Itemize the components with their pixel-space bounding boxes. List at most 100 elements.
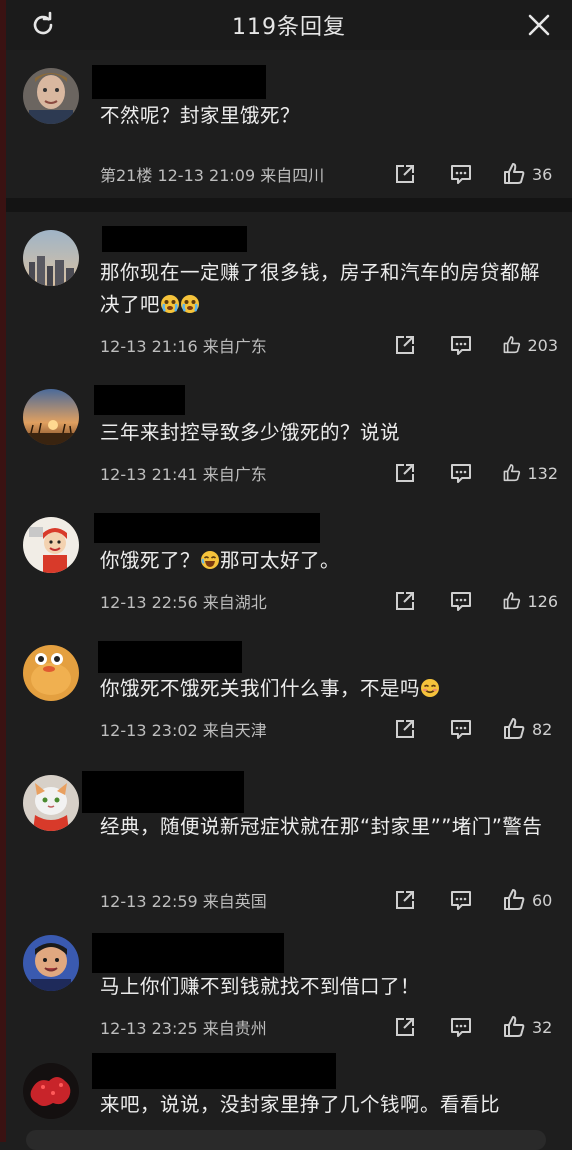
- reply-button[interactable]: [446, 330, 476, 360]
- like-button[interactable]: 132: [502, 461, 558, 485]
- comment-meta-text: 12-13 22:56 来自湖北: [100, 593, 267, 612]
- reply-button[interactable]: [446, 159, 476, 189]
- comment-meta: 第21楼 12-13 21:09 来自四川 36: [100, 159, 558, 189]
- laughing-emoji-icon: [200, 548, 220, 569]
- section-divider: [6, 198, 572, 212]
- comment-text: 不然呢？封家里饿死？: [100, 104, 301, 127]
- comment-meta: 12-13 23:25 来自贵州 32: [100, 1012, 558, 1042]
- avatar[interactable]: [23, 517, 79, 573]
- comment-meta: 12-13 23:02 来自天津 82: [100, 714, 558, 744]
- page-title: 119条回复: [232, 15, 346, 40]
- comment-meta-text: 12-13 21:16 来自广东: [100, 337, 267, 356]
- avatar[interactable]: [23, 645, 79, 701]
- reply-icon: [451, 720, 471, 739]
- reply-input-bar[interactable]: [26, 1130, 546, 1150]
- share-icon: [396, 1018, 414, 1036]
- comment-meta-text: 第21楼 12-13 21:09 来自四川: [100, 166, 325, 185]
- share-icon: [396, 592, 414, 610]
- like-button[interactable]: 32: [502, 1015, 558, 1039]
- comment-item: 那你现在一定赚了很多钱，房子和汽车的房贷都解决了吧 12-13 21:16 来自…: [6, 212, 572, 377]
- comment-meta-text: 12-13 22:59 来自英国: [100, 892, 267, 911]
- username-redacted: [98, 641, 242, 673]
- like-button[interactable]: 82: [502, 717, 558, 741]
- username-redacted: [92, 1053, 336, 1089]
- avatar[interactable]: [23, 1063, 79, 1119]
- comment-item: 你饿死不饿死关我们什么事，不是吗 12-13 23:02 来自天津 82: [6, 633, 572, 761]
- like-count: 82: [532, 719, 553, 739]
- like-count: 132: [527, 463, 558, 483]
- username-redacted: [102, 226, 247, 252]
- comment-item: 三年来封控导致多少饿死的？说说 12-13 21:41 来自广东 132: [6, 377, 572, 505]
- reply-icon: [451, 464, 471, 483]
- like-button[interactable]: 36: [502, 162, 558, 186]
- like-button[interactable]: 60: [502, 888, 558, 912]
- like-count: 126: [527, 591, 558, 611]
- crying-emoji-icon: [160, 292, 180, 313]
- share-button[interactable]: [390, 586, 420, 616]
- reply-icon: [451, 165, 471, 184]
- share-button[interactable]: [390, 1012, 420, 1042]
- thumbs-up-icon: [503, 592, 521, 610]
- reply-icon: [451, 336, 471, 355]
- share-button[interactable]: [390, 885, 420, 915]
- comment-meta-text: 12-13 23:25 来自贵州: [100, 1019, 267, 1038]
- comment-text: 经典，随便说新冠症状就在那“封家里””堵门”警告: [100, 815, 543, 838]
- avatar[interactable]: [23, 230, 79, 286]
- comment-item: 经典，随便说新冠症状就在那“封家里””堵门”警告 12-13 22:59 来自英…: [6, 761, 572, 921]
- thumbs-up-icon: [504, 718, 525, 739]
- share-icon: [396, 464, 414, 482]
- comment-meta: 12-13 21:41 来自广东 132: [100, 458, 558, 488]
- reply-icon: [451, 891, 471, 910]
- reply-button[interactable]: [446, 714, 476, 744]
- comment-text-content: 那可太好了。: [220, 549, 341, 572]
- avatar[interactable]: [23, 935, 79, 991]
- share-button[interactable]: [390, 159, 420, 189]
- thumbs-up-icon: [504, 163, 525, 184]
- comment-item: 不然呢？封家里饿死？ 第21楼 12-13 21:09 来自四川 36: [6, 50, 572, 198]
- like-count: 32: [532, 1017, 553, 1037]
- share-button[interactable]: [390, 458, 420, 488]
- username-redacted: [94, 385, 185, 415]
- comment-list: 不然呢？封家里饿死？ 第21楼 12-13 21:09 来自四川 36 那你现在…: [6, 50, 572, 1119]
- comment-meta-text: 12-13 21:41 来自广东: [100, 465, 267, 484]
- username-redacted: [82, 771, 244, 813]
- comment-meta: 12-13 22:56 来自湖北 126: [100, 586, 558, 616]
- smiling-emoji-icon: [420, 676, 440, 697]
- thumbs-up-icon: [503, 464, 521, 482]
- avatar[interactable]: [23, 68, 79, 124]
- avatar[interactable]: [23, 775, 79, 831]
- share-icon: [396, 891, 414, 909]
- username-redacted: [94, 513, 320, 543]
- refresh-button[interactable]: [26, 8, 60, 42]
- close-icon: [528, 14, 550, 36]
- comment-text-content: 你饿死不饿死关我们什么事，不是吗: [100, 677, 421, 700]
- share-icon: [396, 165, 414, 183]
- thumbs-up-icon: [504, 1016, 525, 1037]
- close-button[interactable]: [522, 8, 556, 42]
- avatar[interactable]: [23, 389, 79, 445]
- comment-meta-text: 12-13 23:02 来自天津: [100, 721, 267, 740]
- refresh-icon: [33, 11, 53, 35]
- reply-button[interactable]: [446, 885, 476, 915]
- comment-text: 三年来封控导致多少饿死的？说说: [100, 421, 401, 444]
- comment-meta: 12-13 21:16 来自广东 203: [100, 330, 558, 360]
- comment-text: 来吧，说说，没封家里挣了几个钱啊。看看比: [100, 1093, 501, 1116]
- comment-item: 来吧，说说，没封家里挣了几个钱啊。看看比: [6, 1051, 572, 1119]
- comment-text: 那你现在一定赚了很多钱，房子和汽车的房贷都解决了吧: [100, 257, 552, 321]
- share-button[interactable]: [390, 330, 420, 360]
- comment-text: 你饿死了？ 那可太好了。: [100, 545, 552, 577]
- share-icon: [396, 336, 414, 354]
- like-count: 203: [527, 335, 558, 355]
- reply-button[interactable]: [446, 586, 476, 616]
- share-button[interactable]: [390, 714, 420, 744]
- reply-icon: [451, 592, 471, 611]
- share-icon: [396, 720, 414, 738]
- reply-button[interactable]: [446, 1012, 476, 1042]
- username-redacted: [92, 933, 284, 973]
- reply-button[interactable]: [446, 458, 476, 488]
- username-redacted: [92, 65, 266, 99]
- crying-emoji-icon: [180, 292, 200, 313]
- header-bar: 119条回复: [6, 0, 572, 50]
- like-button[interactable]: 126: [502, 589, 558, 613]
- like-button[interactable]: 203: [502, 333, 558, 357]
